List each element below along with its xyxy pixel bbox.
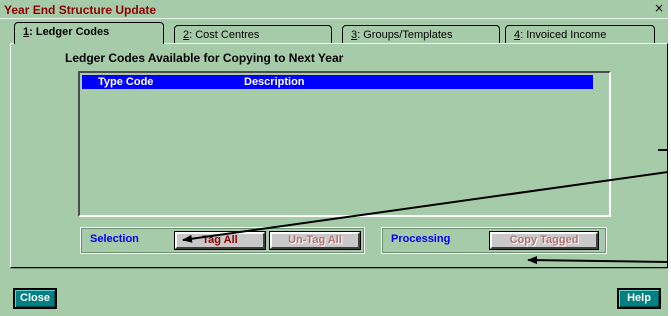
tag-all-button[interactable]: Tag All xyxy=(174,231,266,250)
tab-label: : Ledger Codes xyxy=(29,26,110,38)
title-bar: Year End Structure Update × xyxy=(0,0,668,19)
tab-label: : Invoiced Income xyxy=(520,29,607,41)
copy-tagged-button[interactable]: Copy Tagged xyxy=(489,231,599,250)
processing-label: Processing xyxy=(391,233,451,245)
ledger-codes-list[interactable]: Type Code Description xyxy=(78,71,611,217)
close-icon[interactable]: × xyxy=(652,2,666,15)
column-header-type-code[interactable]: Type Code xyxy=(98,76,153,88)
tab-label: : Cost Centres xyxy=(189,29,260,41)
close-button[interactable]: Close xyxy=(13,288,57,309)
help-button[interactable]: Help xyxy=(617,288,661,309)
tab-cost-centres[interactable]: 2: Cost Centres xyxy=(174,25,332,44)
window-title: Year End Structure Update xyxy=(4,3,157,17)
section-title: Ledger Codes Available for Copying to Ne… xyxy=(65,51,344,65)
tab-label: : Groups/Templates xyxy=(357,29,453,41)
tab-invoiced-income[interactable]: 4: Invoiced Income xyxy=(505,25,655,44)
selection-label: Selection xyxy=(90,233,139,245)
column-header-description[interactable]: Description xyxy=(244,76,305,88)
panel-divider xyxy=(10,268,668,269)
year-end-structure-update-window: Year End Structure Update × 1: Ledger Co… xyxy=(0,0,668,316)
tab-ledger-codes[interactable]: 1: Ledger Codes xyxy=(14,22,164,44)
tab-groups-templates[interactable]: 3: Groups/Templates xyxy=(342,25,500,44)
untag-all-button[interactable]: Un-Tag All xyxy=(269,231,361,250)
list-header: Type Code Description xyxy=(82,75,593,89)
